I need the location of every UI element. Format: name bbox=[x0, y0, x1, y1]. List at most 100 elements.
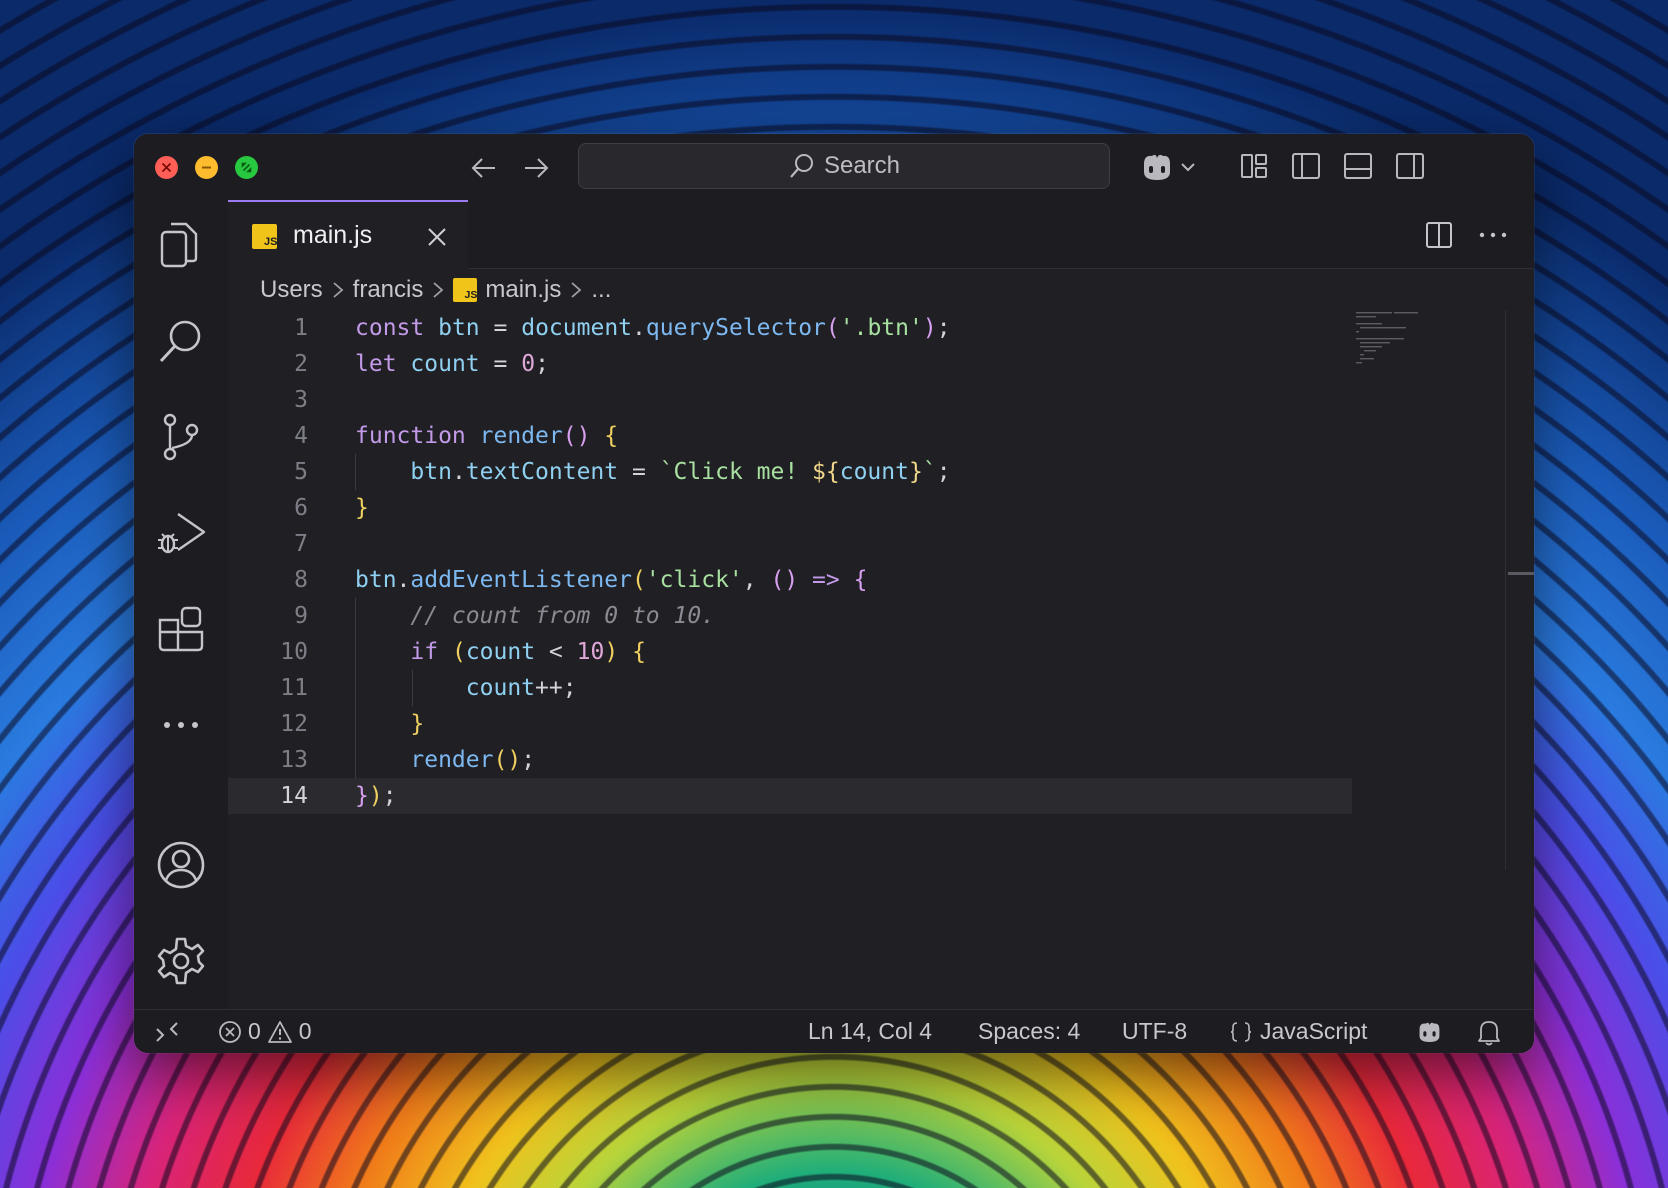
toggle-panel-button[interactable] bbox=[1342, 150, 1374, 182]
explorer-button[interactable] bbox=[156, 220, 206, 270]
search-view-button[interactable] bbox=[156, 316, 206, 366]
code-line: 4 function render() { bbox=[228, 418, 1534, 454]
close-x-icon bbox=[161, 162, 172, 173]
copilot-icon bbox=[1144, 154, 1195, 180]
line-number: 2 bbox=[294, 351, 308, 377]
braces-icon bbox=[1230, 1021, 1252, 1042]
copilot-status-button[interactable] bbox=[1416, 1010, 1446, 1053]
code-text: btn.textContent = `Click me! ${count}`; bbox=[410, 459, 951, 485]
more-actions-icon bbox=[1479, 232, 1507, 238]
breadcrumb-item-francis[interactable]: francis bbox=[353, 276, 424, 304]
line-number: 11 bbox=[280, 675, 308, 701]
cursor-position[interactable]: Ln 14, Col 4 bbox=[808, 1010, 932, 1053]
split-editor-button[interactable] bbox=[1424, 220, 1454, 255]
close-window-button[interactable] bbox=[155, 156, 178, 179]
more-views-button[interactable] bbox=[156, 700, 206, 750]
vertical-scrollbar[interactable] bbox=[1505, 310, 1534, 870]
code-text: } bbox=[355, 495, 369, 521]
copilot-icon bbox=[1419, 1022, 1440, 1042]
code-line: 8 btn.addEventListener('click', () => { bbox=[228, 562, 1534, 598]
code-text: }); bbox=[355, 783, 397, 809]
scrollbar-thumb[interactable] bbox=[1508, 572, 1534, 575]
line-number: 13 bbox=[280, 747, 308, 773]
source-control-button[interactable] bbox=[156, 412, 206, 462]
notifications-button[interactable] bbox=[1476, 1010, 1502, 1053]
arrow-left-icon bbox=[471, 158, 495, 178]
back-arrow-button[interactable] bbox=[468, 152, 500, 184]
line-number: 12 bbox=[280, 711, 308, 737]
line-number: 9 bbox=[294, 603, 308, 629]
indentation-label: Spaces: 4 bbox=[978, 1018, 1081, 1044]
sidebar-right-icon bbox=[1396, 153, 1424, 179]
line-number: 5 bbox=[294, 459, 308, 485]
line-number: 1 bbox=[294, 315, 308, 341]
warning-icon bbox=[267, 1020, 292, 1043]
search-label: Search bbox=[823, 152, 901, 179]
toggle-secondary-sidebar-button[interactable] bbox=[1394, 150, 1426, 182]
breadcrumb-item-symbols[interactable]: ... bbox=[591, 276, 611, 304]
problems-indicator[interactable]: 0 0 bbox=[218, 1010, 312, 1053]
accounts-button[interactable] bbox=[156, 840, 206, 890]
manage-settings-button[interactable] bbox=[156, 936, 206, 986]
tab-close-icon[interactable] bbox=[426, 226, 448, 248]
svg-text:JS: JS bbox=[264, 236, 277, 248]
customize-layout-button[interactable] bbox=[1238, 150, 1270, 182]
minus-icon bbox=[202, 166, 211, 169]
indentation-selector[interactable]: Spaces: 4 bbox=[978, 1010, 1080, 1053]
code-line: 12 } bbox=[228, 706, 1534, 742]
extensions-icon bbox=[158, 606, 204, 652]
line-number: 14 bbox=[280, 783, 308, 809]
javascript-file-icon: JS bbox=[453, 278, 478, 302]
arrow-right-icon bbox=[525, 158, 549, 178]
sidebar-left-icon bbox=[1292, 153, 1320, 179]
code-editor[interactable]: 1 const btn = document.querySelector('.bt… bbox=[228, 310, 1534, 814]
fullscreen-icon bbox=[241, 162, 252, 173]
search-icon bbox=[790, 154, 813, 178]
files-icon bbox=[160, 222, 198, 268]
encoding-selector[interactable]: UTF-8 bbox=[1122, 1010, 1187, 1053]
copilot-menu-button[interactable] bbox=[1138, 150, 1202, 184]
line-number: 7 bbox=[294, 531, 308, 557]
remote-icon bbox=[156, 1021, 178, 1042]
language-label: JavaScript bbox=[1260, 1018, 1368, 1044]
code-line-current: 14}); bbox=[228, 778, 1352, 814]
tab-label: main.js bbox=[293, 221, 373, 249]
code-line: 6} bbox=[228, 490, 1534, 526]
tab-main-js[interactable]: JS main.js bbox=[228, 200, 468, 269]
breadcrumb-item-users[interactable]: Users bbox=[260, 276, 323, 304]
language-mode-selector[interactable]: JavaScript bbox=[1228, 1010, 1367, 1053]
tab-bar: JS main.js bbox=[228, 200, 1534, 269]
fullscreen-window-button[interactable] bbox=[235, 156, 258, 179]
remote-indicator[interactable] bbox=[154, 1010, 180, 1053]
forward-arrow-button[interactable] bbox=[520, 152, 552, 184]
line-number: 4 bbox=[294, 423, 308, 449]
code-line: 2 let count = 0; bbox=[228, 346, 1534, 382]
code-text: render(); bbox=[410, 747, 536, 773]
code-line: 1 const btn = document.querySelector('.bt… bbox=[228, 310, 1534, 346]
code-line: 10 if (count < 10) { bbox=[228, 634, 1534, 670]
code-line: 7 bbox=[228, 526, 1534, 562]
warning-count: 0 bbox=[298, 1018, 312, 1044]
magnifier-icon bbox=[159, 320, 201, 363]
line-number: 8 bbox=[294, 567, 308, 593]
line-number: 3 bbox=[294, 387, 308, 413]
title-bar: Search bbox=[134, 134, 1534, 200]
bell-icon bbox=[1478, 1020, 1500, 1045]
chevron-right-icon bbox=[333, 282, 344, 298]
code-text: function render() { bbox=[355, 423, 619, 449]
run-and-debug-button[interactable] bbox=[156, 508, 206, 558]
code-text: let count = 0; bbox=[355, 351, 549, 377]
panel-bottom-icon bbox=[1344, 153, 1372, 179]
activity-bar bbox=[134, 200, 228, 1010]
code-text: const btn = document.querySelector('.btn… bbox=[355, 315, 951, 341]
line-number: 6 bbox=[294, 495, 308, 521]
split-editor-icon bbox=[1426, 222, 1452, 248]
command-search-box[interactable]: Search bbox=[578, 143, 1110, 189]
extensions-button[interactable] bbox=[156, 604, 206, 654]
minimap[interactable] bbox=[1354, 310, 1450, 370]
toggle-primary-sidebar-button[interactable] bbox=[1290, 150, 1322, 182]
line-number: 10 bbox=[280, 639, 308, 665]
breadcrumb-item-file[interactable]: main.js bbox=[485, 276, 561, 304]
minimize-window-button[interactable] bbox=[195, 156, 218, 179]
editor-more-actions-button[interactable] bbox=[1478, 220, 1508, 255]
